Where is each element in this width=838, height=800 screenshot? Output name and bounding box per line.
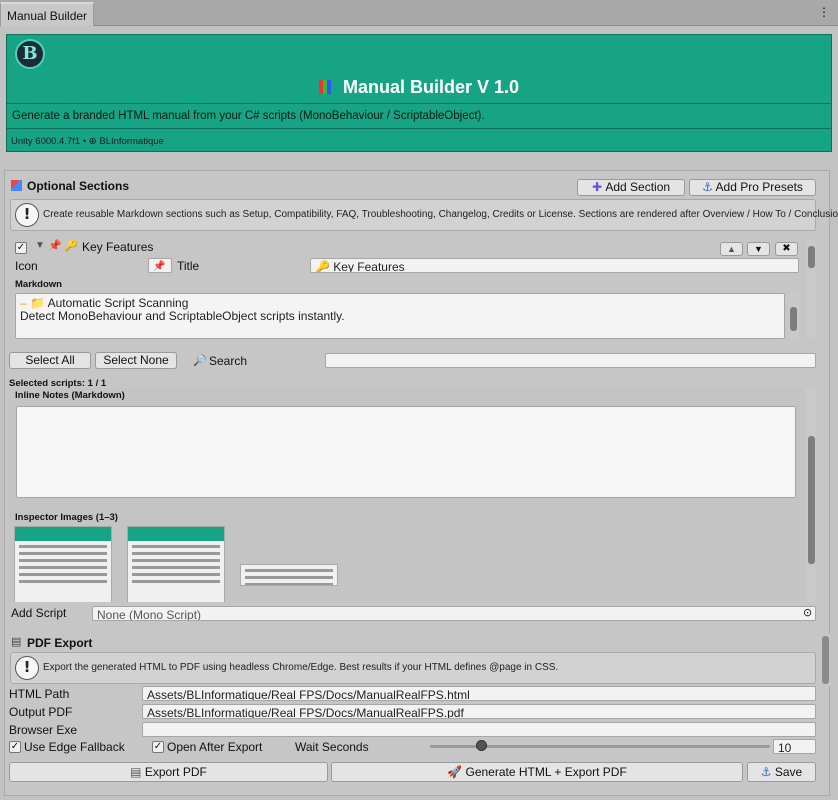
export-pdf-button[interactable]: ▤ Export PDF xyxy=(9,762,328,782)
generate-export-label: Generate HTML + Export PDF xyxy=(465,765,627,779)
open-after-export-checkbox[interactable]: ✓ xyxy=(152,741,164,753)
banner-meta: Unity 6000.4.7f1 • ⊕ BLInformatique xyxy=(11,136,164,147)
layers-icon xyxy=(11,180,22,191)
wait-seconds-slider-thumb[interactable] xyxy=(476,740,487,751)
window-menu-icon[interactable]: ⋮ xyxy=(818,5,830,19)
search-label: Search xyxy=(209,354,248,368)
foldout-arrow-icon[interactable]: ▼ xyxy=(35,240,45,251)
section-enabled-checkbox[interactable]: ✓ xyxy=(15,242,27,254)
move-down-button[interactable]: ▼ xyxy=(747,242,770,256)
optional-sections-title: Optional Sections xyxy=(27,179,130,193)
wait-seconds-label: Wait Seconds xyxy=(295,740,369,754)
markdown-textarea[interactable]: – 📁 Automatic Script Scanning Detect Mon… xyxy=(15,293,785,339)
markdown-line-1-text: Automatic Script Scanning xyxy=(47,296,189,310)
add-presets-label: Add Pro Presets xyxy=(715,180,803,194)
info-icon: ! xyxy=(15,656,39,680)
markdown-line-2: Detect MonoBehaviour and ScriptableObjec… xyxy=(20,309,345,323)
markdown-scrollbar[interactable] xyxy=(788,293,799,339)
info-icon: ! xyxy=(15,203,39,227)
add-section-button[interactable]: ✚ Add Section xyxy=(577,179,685,196)
output-pdf-label: Output PDF xyxy=(9,705,73,719)
header-banner: B Manual Builder V 1.0 Generate a brande… xyxy=(6,34,832,152)
use-edge-fallback-label: Use Edge Fallback xyxy=(24,740,125,754)
optional-help-box: ! Create reusable Markdown sections such … xyxy=(10,199,838,231)
move-up-button[interactable]: ▲ xyxy=(720,242,743,256)
section-name: Key Features xyxy=(82,240,154,254)
anchor-icon: ⚓ xyxy=(760,765,775,779)
inspector-images-label: Inspector Images (1–3) xyxy=(15,512,118,523)
anchor-icon: ⚓ xyxy=(702,180,716,194)
script-list: Inline Notes (Markdown) Inspector Images… xyxy=(9,388,805,602)
sections-scrollbar[interactable] xyxy=(806,240,817,338)
search-input[interactable] xyxy=(325,353,816,368)
plus-icon: ✚ xyxy=(591,180,606,194)
page-title: Manual Builder V 1.0 xyxy=(7,77,831,98)
scripts-scrollbar[interactable] xyxy=(806,388,817,602)
save-label: Save xyxy=(774,765,803,779)
open-after-export-label: Open After Export xyxy=(167,740,263,754)
export-pdf-label: Export PDF xyxy=(144,765,207,779)
tab-manual-builder[interactable]: Manual Builder xyxy=(0,2,95,26)
inline-notes-label: Inline Notes (Markdown) xyxy=(15,390,125,401)
document-icon: ▤ xyxy=(11,636,22,648)
key-icon: 🔑 xyxy=(64,240,78,252)
select-none-button[interactable]: Select None xyxy=(95,352,177,369)
browser-exe-field[interactable] xyxy=(142,722,816,737)
icon-label: Icon xyxy=(15,259,38,273)
html-path-label: HTML Path xyxy=(9,687,70,701)
markdown-label: Markdown xyxy=(15,279,62,290)
save-button[interactable]: ⚓ Save xyxy=(747,762,816,782)
add-script-field[interactable]: None (Mono Script) xyxy=(92,606,816,621)
select-all-button[interactable]: Select All xyxy=(9,352,91,369)
inspector-image-3[interactable] xyxy=(240,564,338,586)
generate-export-button[interactable]: 🚀 Generate HTML + Export PDF xyxy=(331,762,743,782)
pdf-help-box: ! Export the generated HTML to PDF using … xyxy=(10,652,816,684)
title-field[interactable]: 🔑 Key Features xyxy=(310,258,799,273)
folder-icon: – 📁 xyxy=(20,296,48,310)
tab-bar: Manual Builder ⋮ xyxy=(0,0,838,26)
inline-notes-textarea[interactable] xyxy=(16,406,796,498)
pdf-export-title: PDF Export xyxy=(27,636,93,650)
inspector-image-2[interactable] xyxy=(127,526,225,602)
logo-icon: B xyxy=(15,39,45,69)
window-scrollbar[interactable] xyxy=(820,634,831,686)
page-title-text: Manual Builder V 1.0 xyxy=(342,77,520,97)
add-script-label: Add Script xyxy=(11,606,67,620)
object-picker-icon[interactable]: ⊙ xyxy=(803,606,812,619)
search-icon: 🔎 xyxy=(193,355,207,367)
banner-subtitle: Generate a branded HTML manual from your… xyxy=(7,103,831,129)
title-value: Key Features xyxy=(333,260,405,273)
pdf-help-text: Export the generated HTML to PDF using h… xyxy=(43,662,559,673)
add-section-label: Add Section xyxy=(605,180,671,194)
delete-section-button[interactable]: ✖ xyxy=(775,242,798,256)
optional-help-text: Create reusable Markdown sections such a… xyxy=(43,209,838,220)
add-pro-presets-button[interactable]: ⚓ Add Pro Presets xyxy=(689,179,816,196)
browser-exe-label: Browser Exe xyxy=(9,723,78,737)
pin-icon: 📌 xyxy=(48,240,62,252)
use-edge-fallback-checkbox[interactable]: ✓ xyxy=(9,741,21,753)
key-icon: 🔑 xyxy=(315,260,334,273)
html-path-field[interactable]: Assets/BLInformatique/Real FPS/Docs/Manu… xyxy=(142,686,816,701)
document-icon: ▤ xyxy=(130,765,145,779)
add-script-value: None (Mono Script) xyxy=(97,608,202,621)
title-label: Title xyxy=(177,259,200,273)
output-pdf-field[interactable]: Assets/BLInformatique/Real FPS/Docs/Manu… xyxy=(142,704,816,719)
wait-seconds-field[interactable]: 10 xyxy=(773,739,816,754)
rocket-icon: 🚀 xyxy=(447,765,466,779)
book-icon xyxy=(318,80,331,94)
inspector-image-1[interactable] xyxy=(14,526,112,602)
icon-field[interactable]: 📌 xyxy=(148,258,172,273)
